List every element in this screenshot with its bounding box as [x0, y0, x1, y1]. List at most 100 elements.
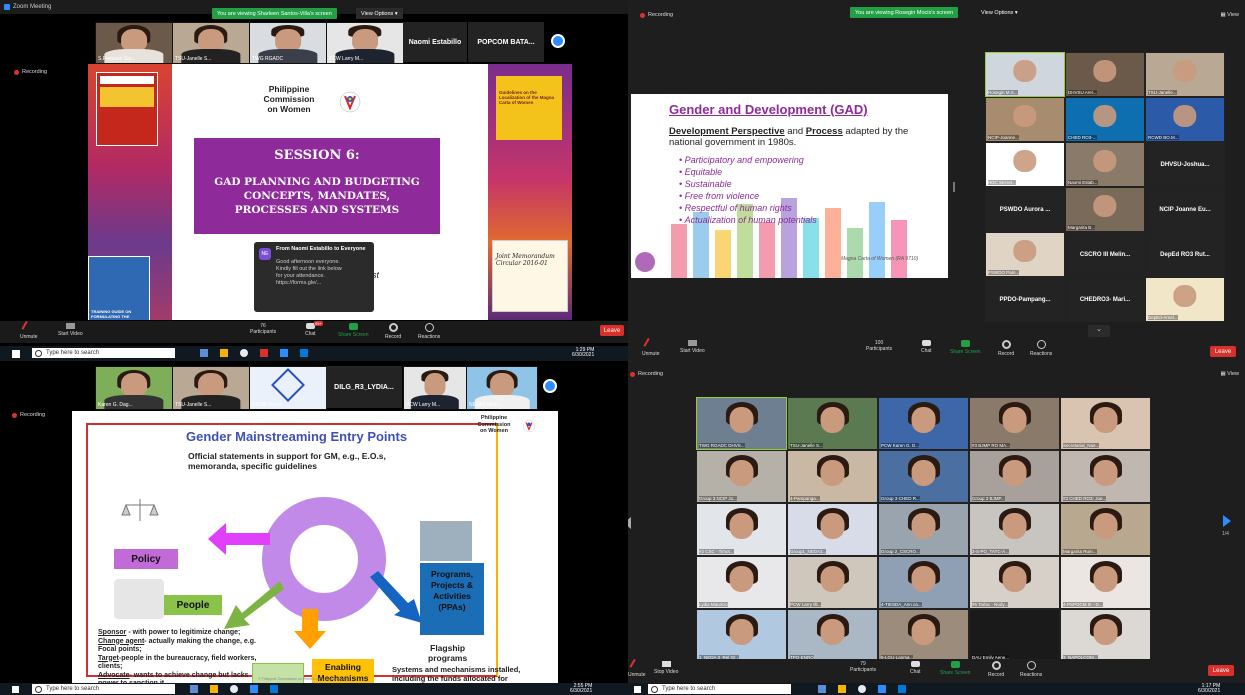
taskbar-app-icon[interactable]: [838, 685, 846, 693]
video-tile[interactable]: PCW Larry Illi...: [787, 556, 878, 609]
video-tile[interactable]: #3 CHED RO3- Joe...: [1060, 450, 1151, 503]
taskbar-clock[interactable]: 2:55 PM 6/30/2021: [570, 684, 592, 694]
taskbar-app-icon[interactable]: [260, 349, 268, 357]
video-thumb[interactable]: S.Parisoon Sar...: [95, 22, 173, 64]
video-tile[interactable]: Lydia Mauricio: [696, 556, 787, 609]
taskbar-search[interactable]: Type here to search: [32, 348, 175, 358]
next-page-icon[interactable]: [551, 34, 565, 48]
video-tile[interactable]: Group 3 NCIP Jo...: [696, 450, 787, 503]
video-tile[interactable]: TWG RGADC DHVS...: [696, 397, 787, 450]
name-tile[interactable]: POPCOM BATA...: [468, 22, 544, 62]
leave-button[interactable]: Leave: [1210, 346, 1236, 357]
video-tile[interactable]: 4-PSPOCM III - D...: [1060, 556, 1151, 609]
video-tile[interactable]: 5-LGU-Lanma...: [878, 609, 969, 662]
video-tile[interactable]: #5 Tarlac - Nody...: [969, 556, 1060, 609]
taskbar-app-icon[interactable]: [230, 685, 238, 693]
unmute-button[interactable]: Unmute: [628, 658, 646, 678]
record-button[interactable]: Record: [988, 661, 1004, 678]
video-tile[interactable]: Margarita Rum...: [1060, 503, 1151, 556]
leave-button[interactable]: Leave: [600, 325, 624, 336]
video-thumb[interactable]: Karen G. Dag...: [95, 366, 173, 410]
next-page-icon[interactable]: [1223, 515, 1231, 527]
taskbar-app-icon[interactable]: [300, 349, 308, 357]
leave-button[interactable]: Leave: [1208, 665, 1234, 676]
taskbar-app-icon[interactable]: [200, 349, 208, 357]
taskbar-app-icon[interactable]: [210, 685, 218, 693]
taskbar-app-icon[interactable]: [270, 685, 278, 693]
video-tile[interactable]: RDC Secret...: [985, 142, 1065, 187]
video-tile[interactable]: DepEd-Arnel...: [1145, 277, 1225, 322]
name-tile[interactable]: DILG_R3_LYDIA...: [326, 366, 402, 408]
video-tile[interactable]: TSU-Janelle...: [1145, 52, 1225, 97]
start-video-button[interactable]: Start Video: [680, 340, 705, 354]
view-button[interactable]: ▦ View: [1220, 371, 1239, 377]
video-tile[interactable]: DHVSU Arel...: [1065, 52, 1145, 97]
taskbar-search[interactable]: Type here to search: [648, 684, 791, 694]
reactions-button[interactable]: Reactions: [1030, 340, 1052, 357]
video-tile[interactable]: PSWDO Pam...: [985, 232, 1065, 277]
video-tile[interactable]: 4-TIESDA_Ann ca...: [878, 556, 969, 609]
record-button[interactable]: Record: [998, 340, 1014, 357]
view-options-button[interactable]: View Options ▾: [356, 8, 403, 19]
video-tile[interactable]: CHED RO3-...: [1065, 97, 1145, 142]
video-tile[interactable]: #3 BJMP RO MA...: [969, 397, 1060, 450]
taskbar-app-icon[interactable]: [858, 685, 866, 693]
chat-notification[interactable]: NE From Naomi Estabillo to Everyone Good…: [254, 242, 374, 312]
taskbar-app-icon[interactable]: [280, 349, 288, 357]
video-tile[interactable]: DAU Emily Aene...: [969, 609, 1060, 662]
taskbar-app-icon[interactable]: [190, 685, 198, 693]
video-thumb[interactable]: TSU-Janelle S...: [172, 366, 250, 410]
taskbar-app-icon[interactable]: [240, 349, 248, 357]
prev-page-icon[interactable]: [628, 517, 631, 529]
share-screen-button[interactable]: Share Screen: [950, 340, 981, 355]
video-tile[interactable]: TPO-ENRO: [787, 609, 878, 662]
start-video-button[interactable]: Start Video: [58, 323, 83, 337]
video-thumb[interactable]: NEDA3 Mildr...: [466, 366, 538, 410]
next-page-icon[interactable]: [543, 379, 557, 393]
video-tile[interactable]: Group 2_CSCRO...: [878, 503, 969, 556]
video-tile[interactable]: 3-S-PO_TATC-A...: [969, 503, 1060, 556]
video-tile[interactable]: RCWD BO.M...: [1145, 97, 1225, 142]
video-tile[interactable]: PPDO-Pampang...: [985, 277, 1065, 322]
unmute-button[interactable]: Unmute: [20, 320, 38, 340]
video-tile[interactable]: Secretariat_Nae...: [1060, 397, 1151, 450]
video-tile[interactable]: NCIP-Joanne...: [985, 97, 1065, 142]
video-tile[interactable]: TSU-Janelle S...: [787, 397, 878, 450]
taskbar-app-icon[interactable]: [878, 685, 886, 693]
stop-video-button[interactable]: Stop Video: [654, 661, 678, 675]
chevron-down-icon[interactable]: ⌄: [1088, 325, 1110, 337]
taskbar-app-icon[interactable]: [898, 685, 906, 693]
reactions-button[interactable]: Reactions: [1020, 661, 1042, 678]
unmute-button[interactable]: Unmute: [642, 337, 660, 357]
video-tile[interactable]: CSCRO III Melin...: [1065, 232, 1145, 277]
video-tile[interactable]: PSWDO Aurora ...: [985, 187, 1065, 232]
chat-button[interactable]: Chat: [910, 661, 921, 675]
taskbar-search[interactable]: Type here to search: [32, 684, 175, 694]
record-button[interactable]: Record: [385, 323, 401, 340]
video-tile[interactable]: 4-Pampanga...: [787, 450, 878, 503]
windows-start-icon[interactable]: [12, 685, 19, 693]
taskbar-app-icon[interactable]: [250, 685, 258, 693]
view-options-button[interactable]: View Options ▾: [976, 7, 1023, 18]
taskbar-clock[interactable]: 1:17 PM 6/30/2021: [1198, 684, 1220, 694]
video-tile[interactable]: Group1_NEDA3...: [787, 503, 878, 556]
video-thumb[interactable]: PCW Larry M...: [326, 22, 404, 64]
video-tile[interactable]: DHVSU-Joshua...: [1145, 142, 1225, 187]
resize-handle[interactable]: [953, 182, 955, 192]
taskbar-app-icon[interactable]: [220, 349, 228, 357]
video-tile[interactable]: 3_NAPOLCOM...: [1060, 609, 1151, 662]
windows-start-icon[interactable]: [634, 685, 641, 693]
video-thumb[interactable]: PCW Larry M...: [403, 366, 467, 410]
name-tile[interactable]: Naomi Estabillo: [403, 22, 467, 62]
participants-button[interactable]: 79 Participants: [850, 661, 876, 673]
video-tile[interactable]: Group 3-CHED R...: [878, 450, 969, 503]
taskbar-app-icon[interactable]: [818, 685, 826, 693]
reactions-button[interactable]: Reactions: [418, 323, 440, 340]
video-thumb[interactable]: TWG RGADC: [249, 22, 327, 64]
chat-button[interactable]: Chat: [921, 340, 932, 354]
video-tile[interactable]: NCIP Joanne Eu...: [1145, 187, 1225, 232]
participants-button[interactable]: 76 Participants: [250, 323, 276, 335]
windows-start-icon[interactable]: [12, 349, 20, 358]
video-tile[interactable]: Group 3 BJMP...: [969, 450, 1060, 503]
video-tile[interactable]: PCW Karen G. D...: [878, 397, 969, 450]
